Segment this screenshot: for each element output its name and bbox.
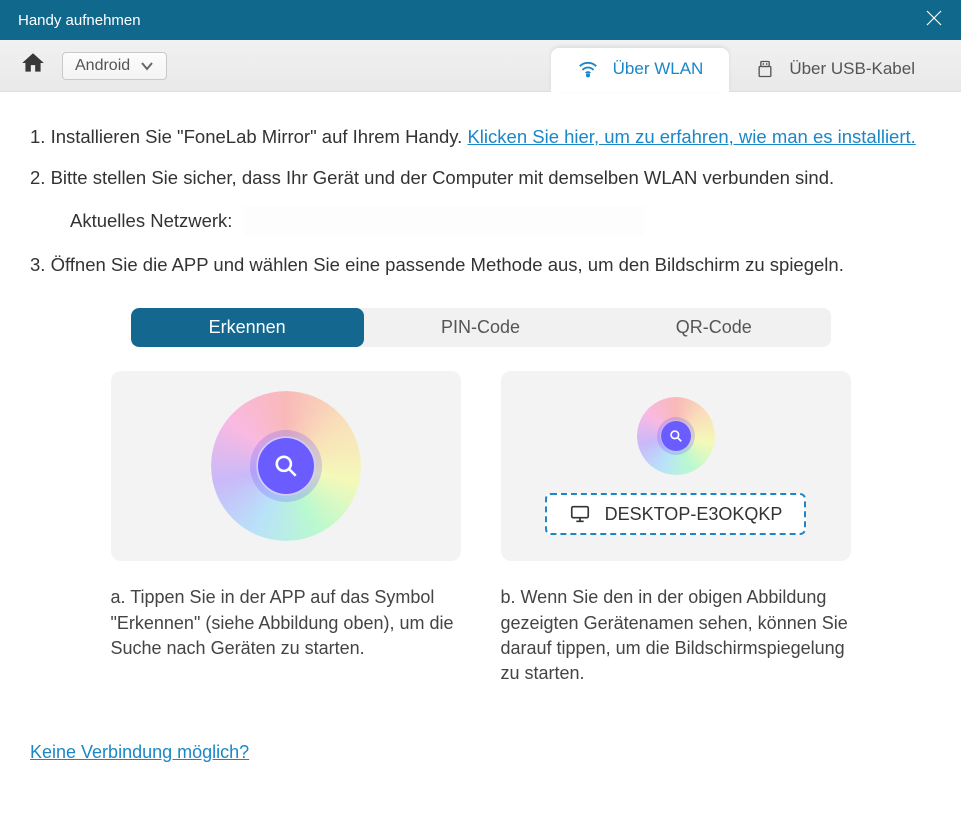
detect-graphic — [211, 391, 361, 541]
toolbar: Android Über WLAN Über USB-Kabel — [0, 40, 961, 92]
wifi-icon — [577, 58, 599, 80]
panel-b: DESKTOP-E3OKQKP b. Wenn Sie den in der o… — [501, 371, 851, 686]
connection-tabs: Über WLAN Über USB-Kabel — [551, 48, 941, 92]
install-help-link[interactable]: Klicken Sie hier, um zu erfahren, wie ma… — [467, 126, 915, 147]
detect-center-small — [661, 421, 691, 451]
instruction-step3: 3. Öffnen Sie die APP und wählen Sie ein… — [30, 252, 931, 279]
tab-usb[interactable]: Über USB-Kabel — [729, 48, 941, 92]
window-title: Handy aufnehmen — [18, 12, 141, 29]
method-tab-pin[interactable]: PIN-Code — [364, 308, 597, 347]
content: 1. Installieren Sie "FoneLab Mirror" auf… — [0, 92, 961, 783]
panels: a. Tippen Sie in der APP auf das Symbol … — [30, 371, 931, 686]
detect-center — [258, 438, 314, 494]
footer: Keine Verbindung möglich? — [30, 742, 931, 763]
close-button[interactable] — [925, 9, 943, 32]
detect-graphic-small — [637, 397, 715, 475]
no-connection-link[interactable]: Keine Verbindung möglich? — [30, 742, 249, 762]
panel-b-desc: b. Wenn Sie den in der obigen Abbildung … — [501, 585, 851, 686]
instruction-step2: 2. Bitte stellen Sie sicher, dass Ihr Ge… — [30, 165, 931, 192]
device-name-text: DESKTOP-E3OKQKP — [605, 504, 783, 525]
chevron-down-icon — [140, 59, 154, 73]
magnifier-small-icon — [669, 429, 683, 443]
panel-a: a. Tippen Sie in der APP auf das Symbol … — [111, 371, 461, 686]
network-label: Aktuelles Netzwerk: — [70, 210, 232, 232]
usb-icon — [755, 59, 775, 79]
platform-label: Android — [75, 57, 130, 75]
monitor-icon — [569, 503, 591, 525]
platform-select[interactable]: Android — [62, 52, 167, 80]
panel-b-illustration: DESKTOP-E3OKQKP — [501, 371, 851, 561]
step1-text: 1. Installieren Sie "FoneLab Mirror" auf… — [30, 126, 467, 147]
method-tab-detect[interactable]: Erkennen — [131, 308, 364, 347]
titlebar: Handy aufnehmen — [0, 0, 961, 40]
method-tab-qr[interactable]: QR-Code — [597, 308, 830, 347]
tab-wlan[interactable]: Über WLAN — [551, 48, 730, 92]
network-value — [244, 206, 644, 236]
method-tabs: Erkennen PIN-Code QR-Code — [131, 308, 831, 347]
panel-a-desc: a. Tippen Sie in der APP auf das Symbol … — [111, 585, 461, 661]
device-name-box[interactable]: DESKTOP-E3OKQKP — [545, 493, 807, 535]
close-icon — [925, 9, 943, 27]
magnifier-icon — [273, 453, 299, 479]
tab-wlan-label: Über WLAN — [613, 59, 704, 79]
panel-a-illustration — [111, 371, 461, 561]
home-button[interactable] — [20, 50, 46, 81]
home-icon — [20, 50, 46, 76]
network-line: Aktuelles Netzwerk: — [70, 206, 931, 236]
instruction-step1: 1. Installieren Sie "FoneLab Mirror" auf… — [30, 124, 931, 151]
tab-usb-label: Über USB-Kabel — [789, 59, 915, 79]
